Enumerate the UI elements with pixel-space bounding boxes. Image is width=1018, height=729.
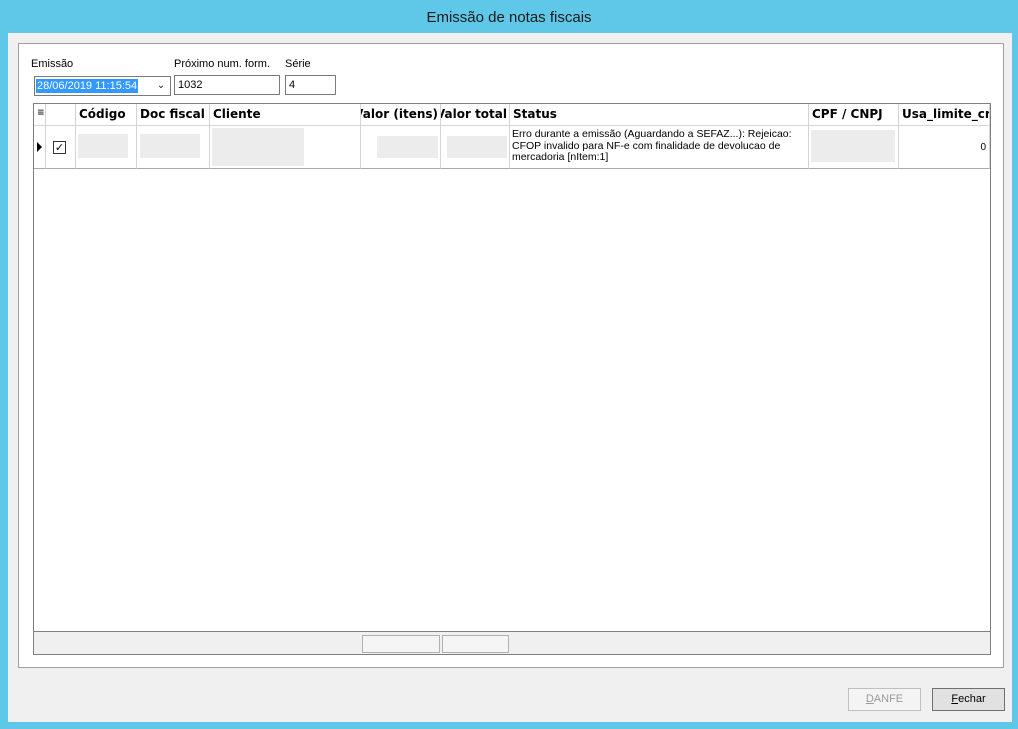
redacted-cliente	[212, 128, 304, 166]
redacted-valor-total	[447, 136, 507, 158]
invoices-grid: ≡ Código Doc fiscal Cliente Valor (itens…	[33, 103, 991, 655]
window-client-area: Emissão 28/06/2019 11:15:54 ⌄ Próximo nu…	[8, 33, 1012, 722]
emissao-datetime-picker[interactable]: 28/06/2019 11:15:54 ⌄	[34, 76, 171, 96]
column-header-doc-fiscal[interactable]: Doc fiscal	[137, 104, 210, 126]
cell-usa-limite[interactable]: 0	[899, 126, 990, 169]
column-header-usa-limite[interactable]: Usa_limite_cr	[899, 104, 990, 126]
serie-input[interactable]	[285, 75, 336, 95]
column-header-status[interactable]: Status	[510, 104, 809, 126]
danfe-label-rest: ANFE	[873, 693, 904, 705]
redacted-codigo	[78, 134, 128, 158]
grid-footer	[34, 631, 990, 654]
redacted-doc-fiscal	[140, 134, 200, 158]
window-title: Emissão de notas fiscais	[426, 8, 592, 26]
row-indicator[interactable]	[34, 126, 46, 169]
usa-limite-value: 0	[980, 142, 986, 153]
column-header-cliente[interactable]: Cliente	[210, 104, 361, 126]
redacted-valor-itens	[377, 136, 438, 158]
checkbox-column-header[interactable]	[46, 104, 76, 126]
redacted-cpf-cnpj	[811, 130, 895, 162]
cell-cpf-cnpj[interactable]	[809, 126, 899, 169]
cell-cliente[interactable]	[210, 126, 361, 169]
footer-total-valor-itens	[362, 635, 440, 653]
column-header-valor-itens[interactable]: Valor (itens)	[361, 104, 441, 126]
main-panel: Emissão 28/06/2019 11:15:54 ⌄ Próximo nu…	[18, 43, 1004, 668]
fechar-button[interactable]: Fechar	[932, 688, 1005, 711]
cell-valor-itens[interactable]	[361, 126, 441, 169]
emissao-label: Emissão	[31, 58, 74, 70]
emissao-value[interactable]: 28/06/2019 11:15:54	[36, 79, 139, 93]
status-message: Erro durante a emissão (Aguardando a SEF…	[512, 128, 792, 163]
proximo-num-label: Próximo num. form.	[174, 58, 270, 70]
proximo-num-input[interactable]	[174, 75, 280, 95]
list-menu-icon: ≡	[37, 108, 45, 118]
cell-valor-total[interactable]	[441, 126, 510, 169]
current-row-arrow-icon	[37, 142, 42, 152]
danfe-hotkey: D	[865, 693, 874, 705]
cell-status[interactable]: Erro durante a emissão (Aguardando a SEF…	[510, 126, 809, 169]
chevron-down-icon[interactable]: ⌄	[154, 78, 168, 94]
cell-doc-fiscal[interactable]	[137, 126, 210, 169]
footer-total-valor-total	[442, 635, 509, 653]
serie-label: Série	[285, 58, 311, 70]
row-checkbox-cell[interactable]: ✓	[46, 126, 76, 169]
danfe-button[interactable]: DANFE	[848, 688, 921, 711]
grid-menu-header[interactable]: ≡	[34, 104, 46, 126]
app-window: Emissão de notas fiscais Emissão 28/06/2…	[0, 0, 1018, 729]
column-header-codigo[interactable]: Código	[76, 104, 137, 126]
column-header-cpf-cnpj[interactable]: CPF / CNPJ	[809, 104, 899, 126]
row-checkbox[interactable]: ✓	[53, 141, 66, 154]
column-header-valor-total[interactable]: Valor total	[441, 104, 510, 126]
cell-codigo[interactable]	[76, 126, 137, 169]
fechar-label-rest: echar	[958, 693, 986, 705]
